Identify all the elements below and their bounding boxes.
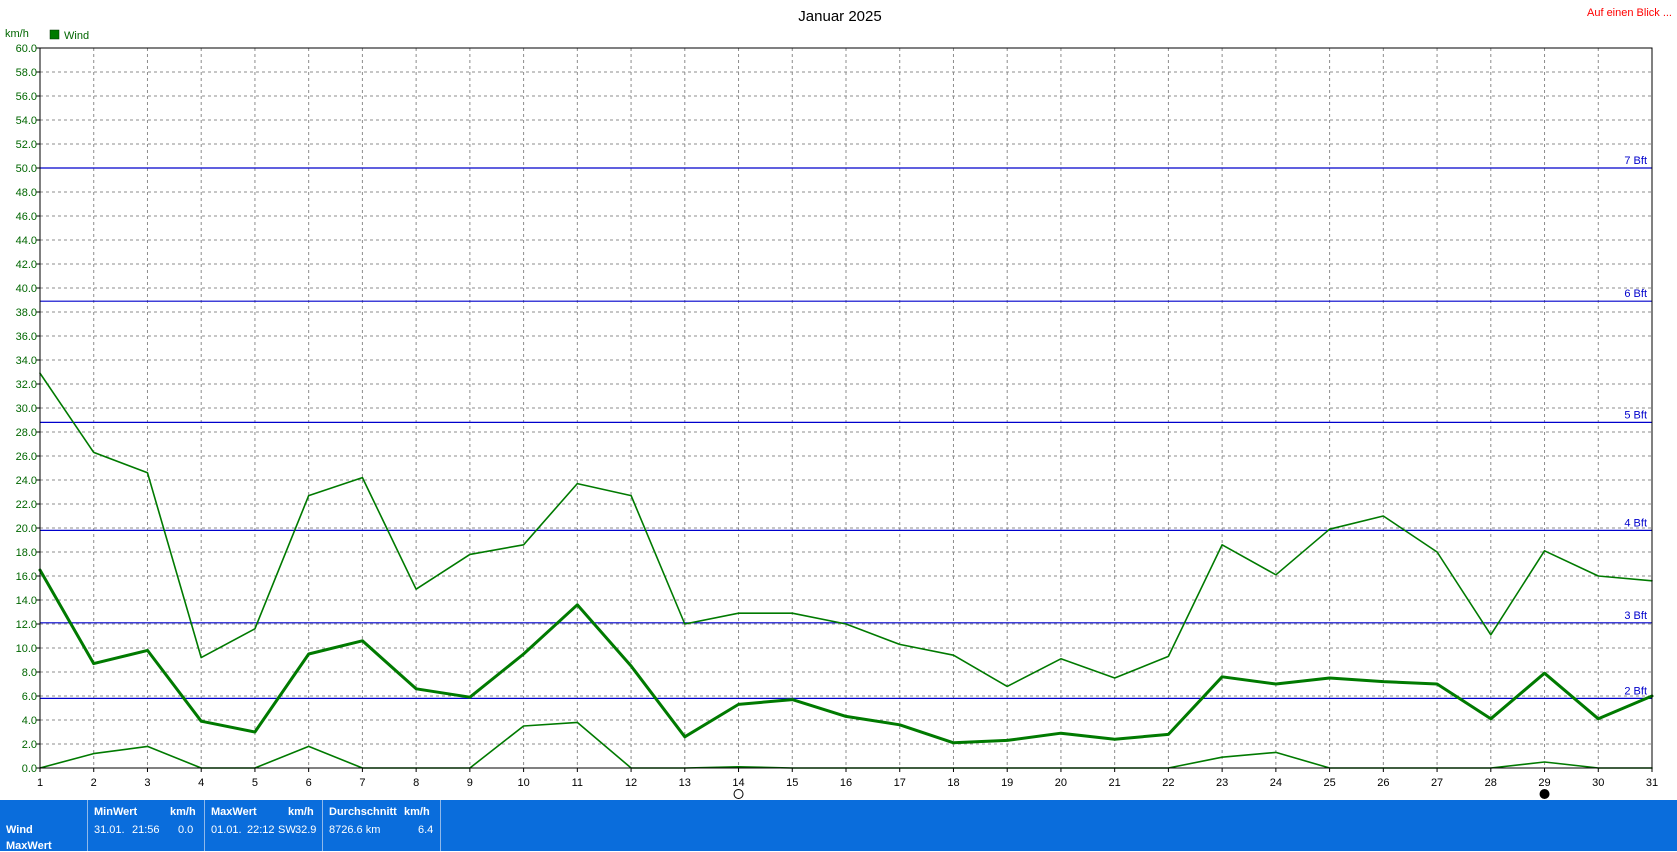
y-tick-label: 52.0 — [16, 139, 37, 151]
x-tick-label: 21 — [1109, 777, 1121, 789]
x-tick-label: 12 — [625, 777, 637, 789]
y-tick-label: 10.0 — [16, 643, 37, 655]
x-tick-label: 2 — [91, 777, 97, 789]
y-tick-label: 20.0 — [16, 523, 37, 535]
overview-link[interactable]: Auf einen Blick ... — [1587, 7, 1672, 19]
stats-max-time: 22:12 — [247, 824, 275, 836]
stats-max-value: 32.9 — [295, 824, 317, 836]
legend-label-wind: Wind — [64, 30, 89, 42]
y-tick-label: 44.0 — [16, 235, 37, 247]
y-tick-label: 22.0 — [16, 499, 37, 511]
moon-phase-full-icon — [733, 789, 744, 799]
x-tick-label: 15 — [786, 777, 798, 789]
stats-row-label-maxwert: MaxWert — [6, 840, 52, 852]
y-tick-label: 16.0 — [16, 571, 37, 583]
y-tick-label: 40.0 — [16, 283, 37, 295]
x-tick-label: 24 — [1270, 777, 1282, 789]
x-tick-label: 17 — [894, 777, 906, 789]
stats-min-header: MinWert — [94, 806, 138, 818]
stats-avg-unit: km/h — [404, 806, 430, 818]
x-tick-label: 13 — [679, 777, 691, 789]
x-tick-label: 25 — [1323, 777, 1335, 789]
x-tick-label: 30 — [1592, 777, 1604, 789]
x-tick-label: 22 — [1162, 777, 1174, 789]
stats-min-box: MinWert km/h 31.01. 21:56 0.0 — [88, 800, 205, 851]
x-tick-label: 5 — [252, 777, 258, 789]
beaufort-label: 4 Bft — [1624, 517, 1647, 529]
beaufort-label: 7 Bft — [1624, 155, 1647, 167]
y-tick-label: 12.0 — [16, 619, 37, 631]
x-tick-label: 23 — [1216, 777, 1228, 789]
x-tick-label: 8 — [413, 777, 419, 789]
y-tick-label: 60.0 — [16, 43, 37, 55]
y-tick-label: 24.0 — [16, 475, 37, 487]
x-tick-label: 14 — [732, 777, 744, 789]
stats-avg-box: Durchschnitt km/h 8726.6 km 6.4 — [323, 800, 441, 851]
y-tick-label: 46.0 — [16, 211, 37, 223]
x-tick-label: 18 — [947, 777, 959, 789]
x-tick-label: 28 — [1485, 777, 1497, 789]
stats-avg-value: 6.4 — [418, 824, 434, 836]
y-tick-label: 36.0 — [16, 331, 37, 343]
stats-row-labels: Wind MaxWert — [0, 800, 88, 852]
x-tick-label: 27 — [1431, 777, 1443, 789]
statistics-bar: Wind MaxWert MinWert km/h 31.01. 21:56 0… — [0, 800, 1677, 852]
beaufort-label: 3 Bft — [1624, 610, 1647, 622]
chart-title: Januar 2025 — [798, 8, 881, 25]
y-tick-label: 48.0 — [16, 187, 37, 199]
stats-min-date: 31.01. — [94, 824, 125, 836]
moon-phase-new-icon — [1539, 789, 1550, 799]
wind-chart: Januar 2025 Auf einen Blick ... km/h Win… — [5, 7, 1672, 799]
stats-max-unit: km/h — [288, 806, 314, 818]
y-tick-label: 28.0 — [16, 427, 37, 439]
stats-avg-distance: 8726.6 km — [329, 824, 381, 836]
y-tick-label: 2.0 — [22, 739, 37, 751]
legend-swatch — [49, 29, 60, 40]
y-tick-label: 42.0 — [16, 259, 37, 271]
x-tick-label: 11 — [572, 777, 583, 789]
y-tick-label: 56.0 — [16, 91, 37, 103]
y-tick-label: 8.0 — [22, 667, 37, 679]
x-tick-label: 1 — [37, 777, 43, 789]
y-tick-label: 18.0 — [16, 547, 37, 559]
stats-min-time: 21:56 — [132, 824, 160, 836]
x-tick-label: 31 — [1646, 777, 1658, 789]
x-tick-label: 10 — [517, 777, 529, 789]
stats-max-header: MaxWert — [211, 806, 257, 818]
stats-row-label-wind: Wind — [6, 824, 33, 836]
x-tick-label: 6 — [306, 777, 312, 789]
stats-max-date: 01.01. — [211, 824, 242, 836]
x-tick-label: 26 — [1377, 777, 1389, 789]
x-tick-label: 29 — [1538, 777, 1550, 789]
y-tick-label: 34.0 — [16, 355, 37, 367]
y-tick-label: 4.0 — [22, 715, 37, 727]
x-tick-label: 7 — [359, 777, 365, 789]
stats-min-value: 0.0 — [178, 824, 194, 836]
x-tick-label: 3 — [144, 777, 150, 789]
beaufort-label: 6 Bft — [1624, 288, 1647, 300]
stats-min-unit: km/h — [170, 806, 196, 818]
y-tick-label: 54.0 — [16, 115, 37, 127]
y-axis-unit-label: km/h — [5, 28, 29, 40]
stats-avg-header: Durchschnitt — [329, 806, 397, 818]
x-tick-label: 20 — [1055, 777, 1067, 789]
y-tick-label: 0.0 — [22, 763, 37, 775]
beaufort-label: 5 Bft — [1624, 409, 1647, 421]
y-tick-label: 38.0 — [16, 307, 37, 319]
x-tick-label: 19 — [1001, 777, 1013, 789]
y-tick-label: 26.0 — [16, 451, 37, 463]
y-tick-label: 58.0 — [16, 67, 37, 79]
stats-max-direction: SW — [278, 824, 296, 836]
stats-max-box: MaxWert km/h 01.01. 22:12 SW 32.9 — [205, 800, 323, 851]
y-tick-label: 30.0 — [16, 403, 37, 415]
y-tick-label: 50.0 — [16, 163, 37, 175]
x-tick-label: 9 — [467, 777, 473, 789]
x-tick-label: 16 — [840, 777, 852, 789]
x-tick-label: 4 — [198, 777, 204, 789]
beaufort-label: 2 Bft — [1624, 685, 1647, 697]
y-tick-label: 14.0 — [16, 595, 37, 607]
y-tick-label: 6.0 — [22, 691, 37, 703]
y-tick-label: 32.0 — [16, 379, 37, 391]
